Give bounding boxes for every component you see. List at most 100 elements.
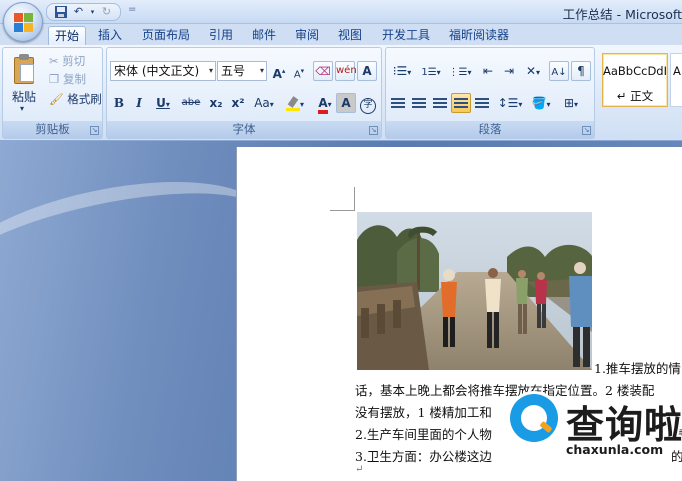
character-shading-button[interactable]: A (336, 93, 356, 113)
font-dialog-launcher-icon[interactable]: ↘ (369, 126, 378, 135)
align-center-icon (412, 97, 426, 110)
grow-font-button[interactable]: A▴ (270, 61, 288, 81)
superscript-button[interactable]: x² (228, 93, 248, 113)
multilevel-list-button[interactable]: ⋮☰▾ (446, 61, 474, 81)
clear-formatting-button[interactable]: ⌫ (313, 61, 333, 81)
paragraph-dialog-launcher-icon[interactable]: ↘ (582, 126, 591, 135)
document-text-line: 1.推车摆放的情 (594, 361, 681, 376)
clipboard-dialog-launcher-icon[interactable]: ↘ (90, 126, 99, 135)
cut-button[interactable]: ✂ 剪切 (49, 53, 85, 70)
ribbon: 粘贴 ▾ ✂ 剪切 ❐ 复制 🖌 格式刷 剪贴板 ↘ 宋体 (中文正文) ▾ 五… (0, 45, 682, 141)
paste-dropdown-icon[interactable]: ▾ (20, 104, 24, 113)
highlight-button[interactable]: ▾ (281, 93, 309, 113)
tab-review[interactable]: 审阅 (289, 26, 325, 45)
align-left-icon (391, 97, 405, 110)
watermark-url: chaxunla.com (566, 442, 664, 457)
sort-icon: A↓ (551, 67, 567, 78)
save-icon[interactable] (53, 5, 68, 19)
undo-dropdown-icon[interactable]: ▾ (89, 5, 96, 19)
multilevel-list-icon: ⋮☰ (448, 67, 468, 78)
change-case-button[interactable]: Aa▾ (250, 93, 278, 113)
title-bar: ↶ ▾ ↻ = 工作总结 - Microsoft (0, 0, 682, 24)
bulleted-list-icon: ⁝☰ (392, 64, 408, 78)
show-hide-marks-button[interactable]: ¶ (571, 61, 591, 81)
style-preview-text: AaBbCcDdI (603, 64, 668, 78)
style-normal-label: ↵ 正文 (616, 89, 654, 103)
paragraph-group-label: 段落 (386, 121, 594, 138)
window-title: 工作总结 - Microsoft (562, 7, 682, 22)
chinese-layout-icon: ✕ (525, 64, 537, 78)
style-normal-tile[interactable]: AaBbCcDdI ↵ 正文 (602, 53, 668, 107)
tab-page-layout[interactable]: 页面布局 (136, 26, 196, 45)
tab-home[interactable]: 开始 (48, 26, 87, 45)
inline-photo[interactable] (357, 212, 592, 370)
redo-icon[interactable]: ↻ (99, 5, 114, 19)
watermark-brand: 查询啦 (566, 403, 682, 447)
paragraph-mark: ↵ (355, 464, 364, 475)
justify-button[interactable] (451, 93, 471, 113)
customize-qat-button[interactable]: = (128, 4, 136, 15)
scissors-icon: ✂ (49, 54, 59, 68)
tab-mailings[interactable]: 邮件 (246, 26, 282, 45)
chevron-down-icon: ▾ (259, 66, 264, 75)
borders-button[interactable]: ⊞▾ (557, 93, 585, 113)
font-size-combo[interactable]: 五号 ▾ (217, 61, 267, 81)
office-button[interactable] (3, 2, 43, 42)
strikethrough-button[interactable]: abe (179, 93, 203, 113)
chinese-layout-button[interactable]: ✕▾ (520, 61, 546, 81)
decrease-indent-button[interactable]: ⇤ (478, 61, 498, 81)
paragraph-group: ⁝☰▾ 1☰▾ ⋮☰▾ ⇤ ⇥ ✕▾ A↓ ¶ ↕☰▾ 🪣▾ ⊞▾ 段落 ↘ (385, 47, 595, 139)
numbering-button[interactable]: 1☰▾ (417, 61, 445, 81)
distributed-button[interactable] (472, 93, 492, 113)
tab-foxit-reader[interactable]: 福昕阅读器 (443, 26, 515, 45)
margin-crop-mark (330, 210, 354, 211)
font-group: 宋体 (中文正文) ▾ 五号 ▾ A▴ A▾ ⌫ wén A B I U▾ ab… (106, 47, 382, 139)
document-text-line: 没有摆放，1 楼精加工和 (355, 405, 492, 420)
copy-button[interactable]: ❐ 复制 (49, 71, 86, 88)
align-right-button[interactable] (430, 93, 450, 113)
font-color-button[interactable]: A▾ (311, 93, 339, 114)
document-text-line: 3.卫生方面：办公楼这边 (355, 449, 492, 464)
line-spacing-button[interactable]: ↕☰▾ (496, 93, 524, 113)
watermark-logo-icon (510, 394, 558, 442)
enclosed-character-icon: 字 (360, 98, 376, 114)
sort-button[interactable]: A↓ (549, 61, 569, 81)
paint-bucket-icon: 🪣 (531, 96, 547, 110)
office-logo-icon (14, 13, 34, 33)
increase-indent-button[interactable]: ⇥ (499, 61, 519, 81)
tab-references[interactable]: 引用 (203, 26, 239, 45)
tab-view[interactable]: 视图 (332, 26, 368, 45)
chevron-down-icon: ▾ (208, 66, 213, 75)
bullets-button[interactable]: ⁝☰▾ (388, 61, 416, 81)
enclose-characters-button[interactable]: 字 (358, 93, 378, 114)
paste-icon[interactable] (11, 54, 37, 86)
borders-icon: ⊞ (563, 96, 575, 110)
style-next-tile[interactable]: A (670, 53, 682, 107)
shading-button[interactable]: 🪣▾ (527, 93, 555, 113)
pilcrow-icon: ¶ (577, 64, 585, 78)
tab-insert[interactable]: 插入 (92, 26, 128, 45)
copy-icon: ❐ (49, 72, 60, 86)
shrink-font-button[interactable]: A▾ (290, 61, 308, 81)
underline-button[interactable]: U▾ (150, 93, 176, 113)
undo-icon[interactable]: ↶ (71, 5, 86, 19)
format-painter-button[interactable]: 🖌 格式刷 (49, 91, 102, 108)
font-name-combo[interactable]: 宋体 (中文正文) ▾ (110, 61, 216, 81)
margin-crop-mark (354, 187, 355, 211)
copy-label: 复制 (62, 72, 86, 86)
line-spacing-icon: ↕☰ (497, 96, 519, 110)
align-left-button[interactable] (388, 93, 408, 113)
justify-icon (454, 97, 468, 110)
paintbrush-icon: 🖌 (49, 92, 64, 106)
subscript-button[interactable]: x₂ (206, 93, 226, 113)
align-right-icon (433, 97, 447, 110)
character-border-button[interactable]: A (357, 61, 377, 81)
phonetic-guide-button[interactable]: wén (335, 61, 357, 81)
tab-developer[interactable]: 开发工具 (376, 26, 436, 45)
eraser-icon: ⌫ (315, 65, 331, 78)
paste-button-label[interactable]: 粘贴 (12, 88, 36, 105)
align-center-button[interactable] (409, 93, 429, 113)
italic-button[interactable]: I (131, 93, 147, 113)
bold-button[interactable]: B (110, 93, 128, 113)
font-size-value: 五号 (221, 64, 246, 78)
